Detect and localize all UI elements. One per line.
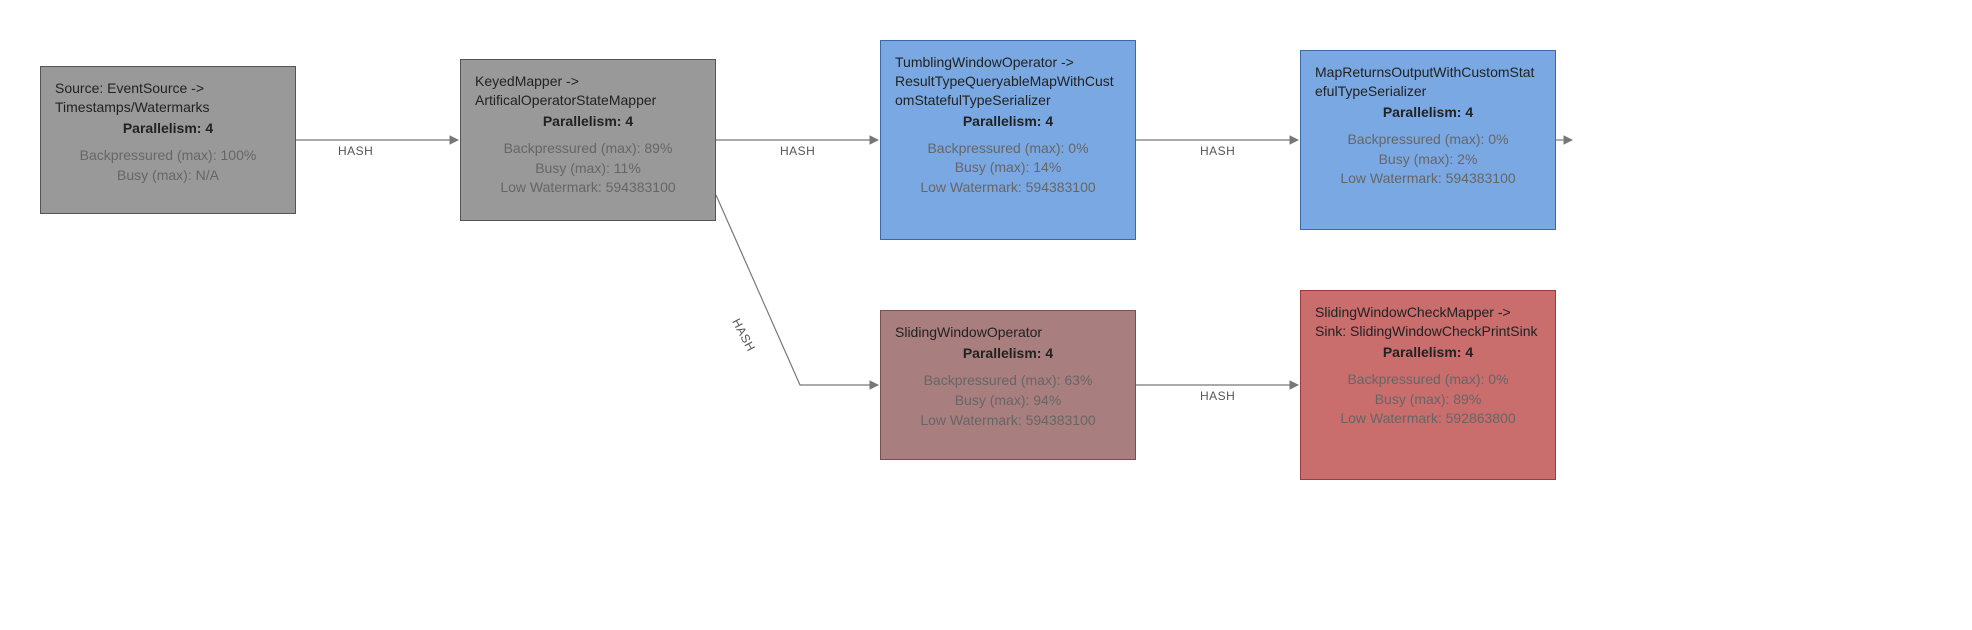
node-title: Source: EventSource -> Timestamps/Waterm… bbox=[55, 79, 281, 117]
metric-busy: Busy (max): 94% bbox=[895, 391, 1121, 410]
metric-backpressured: Backpressured (max): 0% bbox=[1315, 130, 1541, 149]
node-title: TumblingWindowOperator -> ResultTypeQuer… bbox=[895, 53, 1121, 110]
metric-watermark: Low Watermark: 594383100 bbox=[895, 178, 1121, 197]
node-parallelism: Parallelism: 4 bbox=[1315, 343, 1541, 362]
metric-backpressured: Backpressured (max): 63% bbox=[895, 371, 1121, 390]
metric-watermark: Low Watermark: 594383100 bbox=[475, 178, 701, 197]
metric-watermark: Low Watermark: 594383100 bbox=[1315, 169, 1541, 188]
metric-busy: Busy (max): 11% bbox=[475, 159, 701, 178]
metric-busy: Busy (max): N/A bbox=[55, 166, 281, 185]
metric-watermark: Low Watermark: 592863800 bbox=[1315, 409, 1541, 428]
node-keyed-mapper[interactable]: KeyedMapper -> ArtificalOperatorStateMap… bbox=[460, 59, 716, 221]
metric-backpressured: Backpressured (max): 0% bbox=[895, 139, 1121, 158]
node-metrics: Backpressured (max): 0% Busy (max): 2% L… bbox=[1315, 130, 1541, 189]
node-parallelism: Parallelism: 4 bbox=[475, 112, 701, 131]
metric-backpressured: Backpressured (max): 89% bbox=[475, 139, 701, 158]
node-parallelism: Parallelism: 4 bbox=[1315, 103, 1541, 122]
node-metrics: Backpressured (max): 0% Busy (max): 89% … bbox=[1315, 370, 1541, 429]
metric-busy: Busy (max): 89% bbox=[1315, 390, 1541, 409]
node-title: SlidingWindowOperator bbox=[895, 323, 1121, 342]
edge-label-e1: HASH bbox=[338, 144, 373, 158]
node-title: MapReturnsOutputWithCustomStatefulTypeSe… bbox=[1315, 63, 1541, 101]
edge-label-e2: HASH bbox=[780, 144, 815, 158]
metric-backpressured: Backpressured (max): 100% bbox=[55, 146, 281, 165]
node-title: SlidingWindowCheckMapper -> Sink: Slidin… bbox=[1315, 303, 1541, 341]
node-title: KeyedMapper -> ArtificalOperatorStateMap… bbox=[475, 72, 701, 110]
node-source-eventsource[interactable]: Source: EventSource -> Timestamps/Waterm… bbox=[40, 66, 296, 214]
edge-n2-n5 bbox=[716, 195, 878, 385]
node-parallelism: Parallelism: 4 bbox=[895, 112, 1121, 131]
metric-watermark: Low Watermark: 594383100 bbox=[895, 411, 1121, 430]
node-metrics: Backpressured (max): 89% Busy (max): 11%… bbox=[475, 139, 701, 198]
metric-backpressured: Backpressured (max): 0% bbox=[1315, 370, 1541, 389]
node-sliding-window-check-mapper[interactable]: SlidingWindowCheckMapper -> Sink: Slidin… bbox=[1300, 290, 1556, 480]
node-parallelism: Parallelism: 4 bbox=[55, 119, 281, 138]
edge-label-e5: HASH bbox=[1200, 389, 1235, 403]
node-metrics: Backpressured (max): 100% Busy (max): N/… bbox=[55, 146, 281, 185]
node-tumbling-window[interactable]: TumblingWindowOperator -> ResultTypeQuer… bbox=[880, 40, 1136, 240]
edge-label-e4: HASH bbox=[729, 316, 758, 354]
node-map-returns-output[interactable]: MapReturnsOutputWithCustomStatefulTypeSe… bbox=[1300, 50, 1556, 230]
node-metrics: Backpressured (max): 63% Busy (max): 94%… bbox=[895, 371, 1121, 430]
node-sliding-window[interactable]: SlidingWindowOperator Parallelism: 4 Bac… bbox=[880, 310, 1136, 460]
node-metrics: Backpressured (max): 0% Busy (max): 14% … bbox=[895, 139, 1121, 198]
metric-busy: Busy (max): 2% bbox=[1315, 150, 1541, 169]
metric-busy: Busy (max): 14% bbox=[895, 158, 1121, 177]
node-parallelism: Parallelism: 4 bbox=[895, 344, 1121, 363]
edge-label-e3: HASH bbox=[1200, 144, 1235, 158]
